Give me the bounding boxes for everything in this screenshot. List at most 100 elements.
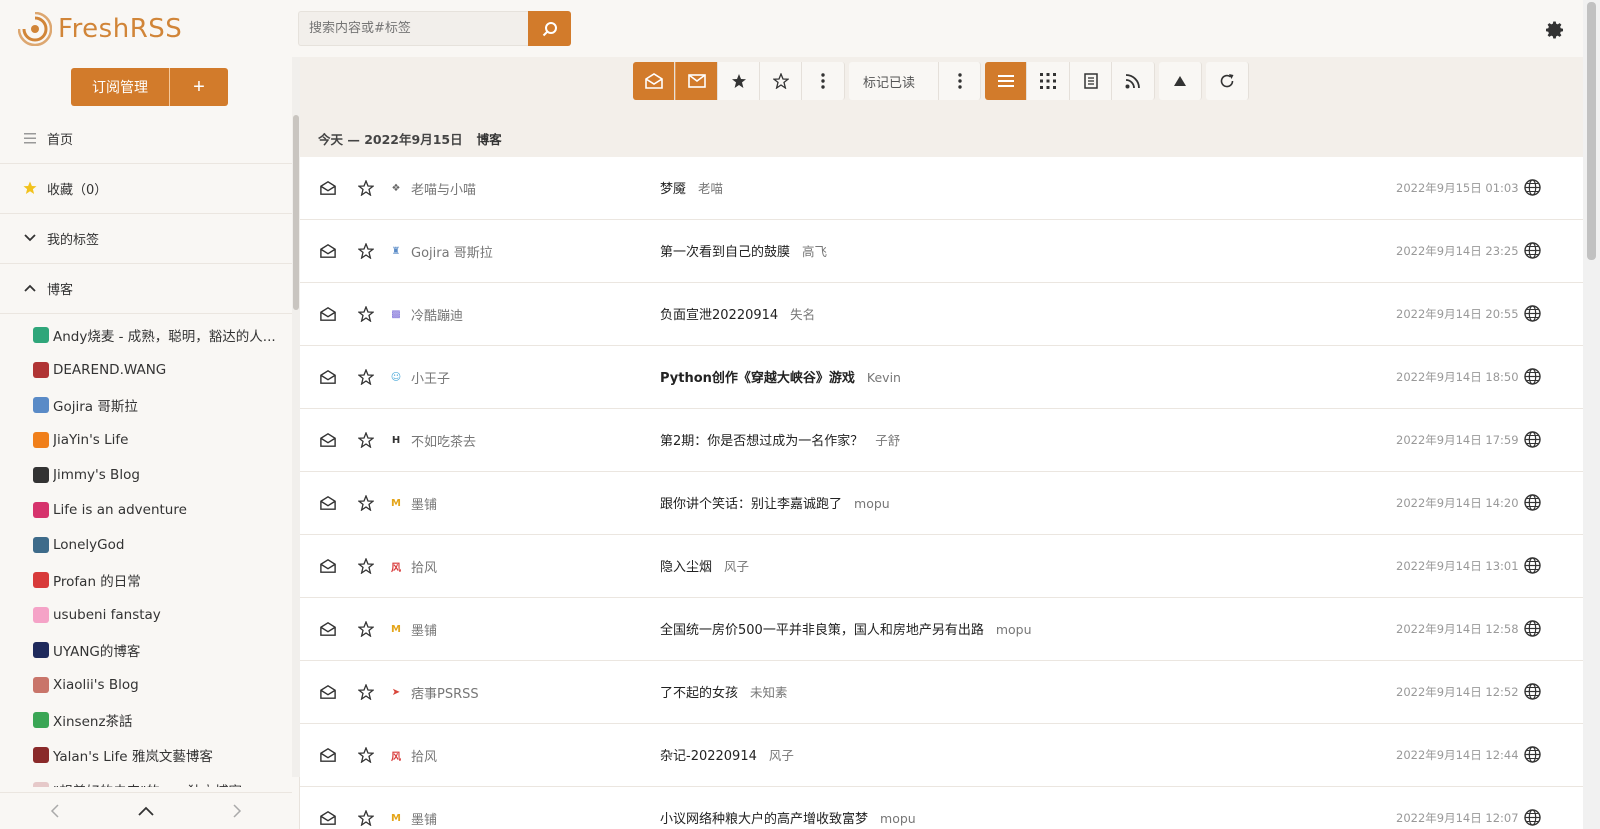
mark-read-icon[interactable] bbox=[320, 306, 336, 326]
mark-read-icon[interactable] bbox=[320, 180, 336, 200]
favorite-star-icon[interactable] bbox=[357, 683, 375, 704]
article-row[interactable]: M 墨铺 小议网络种粮大户的高产增收致富梦 mopu 2022年9月14日 12:07 bbox=[300, 787, 1583, 829]
mark-read-icon[interactable] bbox=[320, 369, 336, 389]
mark-read-icon[interactable] bbox=[320, 558, 336, 578]
article-title-link[interactable]: 隐入尘烟 风子 bbox=[660, 556, 749, 575]
article-title-link[interactable]: 负面宣泄20220914 失名 bbox=[660, 304, 815, 323]
article-title-link[interactable]: 小议网络种粮大户的高产增收致富梦 mopu bbox=[660, 808, 916, 827]
main-scrollbar-thumb[interactable] bbox=[1587, 2, 1596, 260]
article-source[interactable]: 不如吃茶去 bbox=[411, 431, 476, 450]
favorite-star-icon[interactable] bbox=[357, 809, 375, 829]
sidebar-scrollbar-thumb[interactable] bbox=[293, 115, 299, 310]
mark-read-icon[interactable] bbox=[320, 747, 336, 767]
article-source[interactable]: Gojira 哥斯拉 bbox=[411, 242, 493, 261]
open-link-globe-icon[interactable] bbox=[1524, 368, 1541, 389]
open-link-globe-icon[interactable] bbox=[1524, 683, 1541, 704]
search-button[interactable] bbox=[528, 11, 571, 46]
article-source[interactable]: 墨铺 bbox=[411, 809, 437, 828]
favorite-star-icon[interactable] bbox=[357, 368, 375, 389]
article-row[interactable]: ▩ 冷酷蹦迪 负面宣泄20220914 失名 2022年9月14日 20:55 bbox=[300, 283, 1583, 346]
article-source[interactable]: 痞事PSRSS bbox=[411, 683, 479, 702]
article-title-link[interactable]: Python创作《穿越大峡谷》游戏 Kevin bbox=[660, 367, 901, 386]
feed-item[interactable]: Yalan's Life 雅岚文藝博客 bbox=[0, 737, 292, 772]
article-row[interactable]: 风拾风 隐入尘烟 风子 2022年9月14日 13:01 bbox=[300, 535, 1583, 598]
favorite-star-icon[interactable] bbox=[357, 494, 375, 515]
open-link-globe-icon[interactable] bbox=[1524, 746, 1541, 767]
article-row[interactable]: M 墨铺 跟你讲个笑话：别让李嘉诚跑了 mopu 2022年9月14日 14:20 bbox=[300, 472, 1583, 535]
feed-item[interactable]: usubeni fanstay bbox=[0, 597, 292, 632]
mark-read-icon[interactable] bbox=[320, 810, 336, 829]
search-input[interactable] bbox=[298, 11, 528, 46]
show-not-favorites-button[interactable] bbox=[760, 62, 802, 100]
favorite-star-icon[interactable] bbox=[357, 431, 375, 452]
open-link-globe-icon[interactable] bbox=[1524, 809, 1541, 829]
sidebar-scrollbar[interactable] bbox=[292, 57, 300, 777]
open-link-globe-icon[interactable] bbox=[1524, 179, 1541, 200]
show-read-button[interactable] bbox=[633, 62, 675, 100]
feed-item[interactable]: Profan 的日常 bbox=[0, 562, 292, 597]
feed-item[interactable]: Life is an adventure bbox=[0, 492, 292, 527]
favorite-star-icon[interactable] bbox=[357, 746, 375, 767]
feed-item[interactable]: Xinsenz茶話 bbox=[0, 702, 292, 737]
feed-item[interactable]: Andy烧麦 - 成熟，聪明，豁达的人... bbox=[0, 317, 292, 352]
scroll-top-button[interactable] bbox=[1159, 62, 1202, 100]
rss-feed-button[interactable] bbox=[1112, 62, 1155, 100]
nav-category-blog[interactable]: 博客 bbox=[0, 263, 292, 314]
favorite-star-icon[interactable] bbox=[357, 620, 375, 641]
mark-read-icon[interactable] bbox=[320, 495, 336, 515]
open-link-globe-icon[interactable] bbox=[1524, 431, 1541, 452]
feed-item[interactable]: Gojira 哥斯拉 bbox=[0, 387, 292, 422]
article-row[interactable]: M 墨铺 全国统一房价500一平并非良策，国人和房地产另有出路 mopu 2022年9月… bbox=[300, 598, 1583, 661]
nav-home[interactable]: 首页 bbox=[0, 113, 292, 164]
article-title-link[interactable]: 梦魇 老喵 bbox=[660, 178, 723, 197]
article-row[interactable]: 风拾风 杂记-20220914 风子 2022年9月14日 12:44 bbox=[300, 724, 1583, 787]
feed-item[interactable]: UYANG的博客 bbox=[0, 632, 292, 667]
open-link-globe-icon[interactable] bbox=[1524, 242, 1541, 263]
feed-item[interactable]: Jimmy's Blog bbox=[0, 457, 292, 492]
favorite-star-icon[interactable] bbox=[357, 179, 375, 200]
article-row[interactable]: ❖ 老喵与小喵 梦魇 老喵 2022年9月15日 01:03 bbox=[300, 157, 1583, 220]
chevron-up-icon[interactable] bbox=[138, 806, 154, 816]
filter-more-button[interactable] bbox=[802, 62, 845, 100]
view-reader-button[interactable] bbox=[1070, 62, 1112, 100]
favorite-star-icon[interactable] bbox=[357, 242, 375, 263]
feed-item[interactable]: LonelyGod bbox=[0, 527, 292, 562]
mark-read-more-button[interactable] bbox=[939, 62, 981, 100]
mark-read-icon[interactable] bbox=[320, 432, 336, 452]
mark-read-icon[interactable] bbox=[320, 243, 336, 263]
article-source[interactable]: 老喵与小喵 bbox=[411, 179, 476, 198]
feed-item[interactable]: JiaYin's Life bbox=[0, 422, 292, 457]
article-row[interactable]: ♜ Gojira 哥斯拉 第一次看到自己的鼓膜 高飞 2022年9月14日 23:25 bbox=[300, 220, 1583, 283]
article-title-link[interactable]: 第一次看到自己的鼓膜 高飞 bbox=[660, 241, 827, 260]
article-title-link[interactable]: 了不起的女孩 未知素 bbox=[660, 682, 788, 701]
add-feed-button[interactable]: + bbox=[170, 68, 228, 106]
view-grid-button[interactable] bbox=[1027, 62, 1070, 100]
chevron-left-icon[interactable] bbox=[50, 804, 60, 818]
chevron-right-icon[interactable] bbox=[232, 804, 242, 818]
article-title-link[interactable]: 第2期：你是否想过成为一名作家？ 子舒 bbox=[660, 430, 900, 449]
article-source[interactable]: 冷酷蹦迪 bbox=[411, 305, 463, 324]
article-source[interactable]: 小王子 bbox=[411, 368, 450, 387]
article-source[interactable]: 墨铺 bbox=[411, 494, 437, 513]
subscription-management-button[interactable]: 订阅管理 bbox=[71, 68, 170, 106]
article-source[interactable]: 拾风 bbox=[411, 746, 437, 765]
article-source[interactable]: 拾风 bbox=[411, 557, 437, 576]
article-row[interactable]: ☺ 小王子 Python创作《穿越大峡谷》游戏 Kevin 2022年9月14日 18:… bbox=[300, 346, 1583, 409]
show-unread-button[interactable] bbox=[675, 62, 718, 100]
article-title-link[interactable]: 跟你讲个笑话：别让李嘉诚跑了 mopu bbox=[660, 493, 890, 512]
app-logo[interactable]: FreshRSS bbox=[18, 12, 182, 46]
refresh-button[interactable] bbox=[1206, 62, 1249, 100]
article-title-link[interactable]: 杂记-20220914 风子 bbox=[660, 745, 794, 764]
settings-gear-icon[interactable] bbox=[1545, 20, 1565, 40]
open-link-globe-icon[interactable] bbox=[1524, 494, 1541, 515]
mark-read-button[interactable]: 标记已读 bbox=[849, 62, 939, 100]
mark-read-icon[interactable] bbox=[320, 684, 336, 704]
article-title-link[interactable]: 全国统一房价500一平并非良策，国人和房地产另有出路 mopu bbox=[660, 619, 1032, 638]
open-link-globe-icon[interactable] bbox=[1524, 620, 1541, 641]
open-link-globe-icon[interactable] bbox=[1524, 557, 1541, 578]
nav-favorites[interactable]: 收藏（0） bbox=[0, 163, 292, 214]
feed-item[interactable]: "想美好的未来"的 ---- 独立博客 bbox=[0, 772, 292, 787]
feed-item[interactable]: DEAREND.WANG bbox=[0, 352, 292, 387]
article-source[interactable]: 墨铺 bbox=[411, 620, 437, 639]
mark-read-icon[interactable] bbox=[320, 621, 336, 641]
